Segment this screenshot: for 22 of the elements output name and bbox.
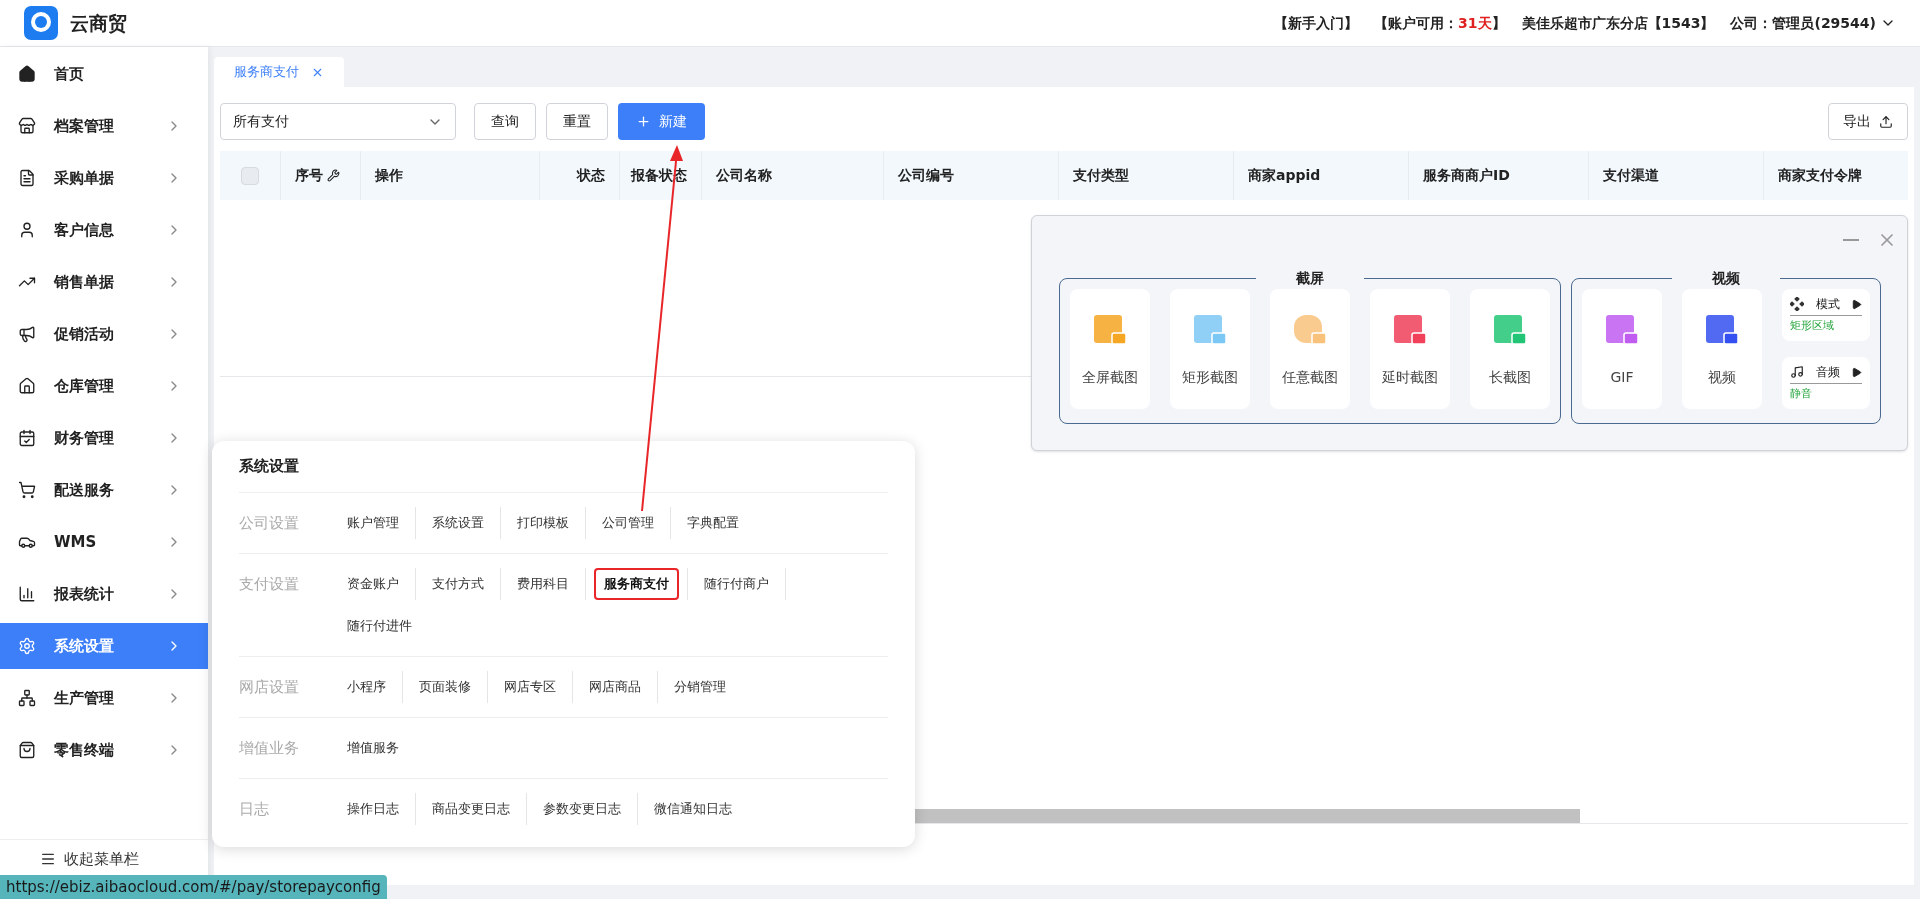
column-header: 支付渠道 (1603, 166, 1659, 185)
column-header: 公司编号 (898, 166, 954, 185)
account-days: 【账户可用：31天】 (1374, 12, 1506, 34)
group-label: 公司设置 (239, 512, 300, 534)
tool-section: 截屏 全屏截图 矩形截图 任意截图 延时截图 长截图 (1059, 268, 1561, 424)
app-name: 云商贸 (70, 10, 127, 36)
column-header: 序号 (295, 166, 323, 185)
status-url: https://ebiz.aibaocloud.com/#/pay/storepayconfig (0, 875, 387, 899)
group-label: 网店设置 (239, 676, 300, 698)
group-label: 增值业务 (239, 737, 300, 759)
tool-section: 视频 GIF 视频 模式 矩形区域 音频 静音 (1571, 268, 1881, 424)
store-name: 美佳乐超市广东分店【1543】 (1521, 13, 1715, 33)
popup-title: 系统设置 (239, 455, 888, 493)
column-header: 操作 (375, 166, 403, 185)
group-label: 支付设置 (239, 573, 300, 595)
column-header: 支付类型 (1073, 166, 1129, 185)
group-label: 日志 (239, 798, 270, 820)
column-header: 公司名称 (716, 166, 772, 185)
column-header: 商家appid (1248, 166, 1321, 185)
column-header: 商家支付令牌 (1778, 166, 1862, 185)
column-header: 状态 (577, 166, 605, 185)
column-header: 服务商商户ID (1423, 166, 1510, 185)
